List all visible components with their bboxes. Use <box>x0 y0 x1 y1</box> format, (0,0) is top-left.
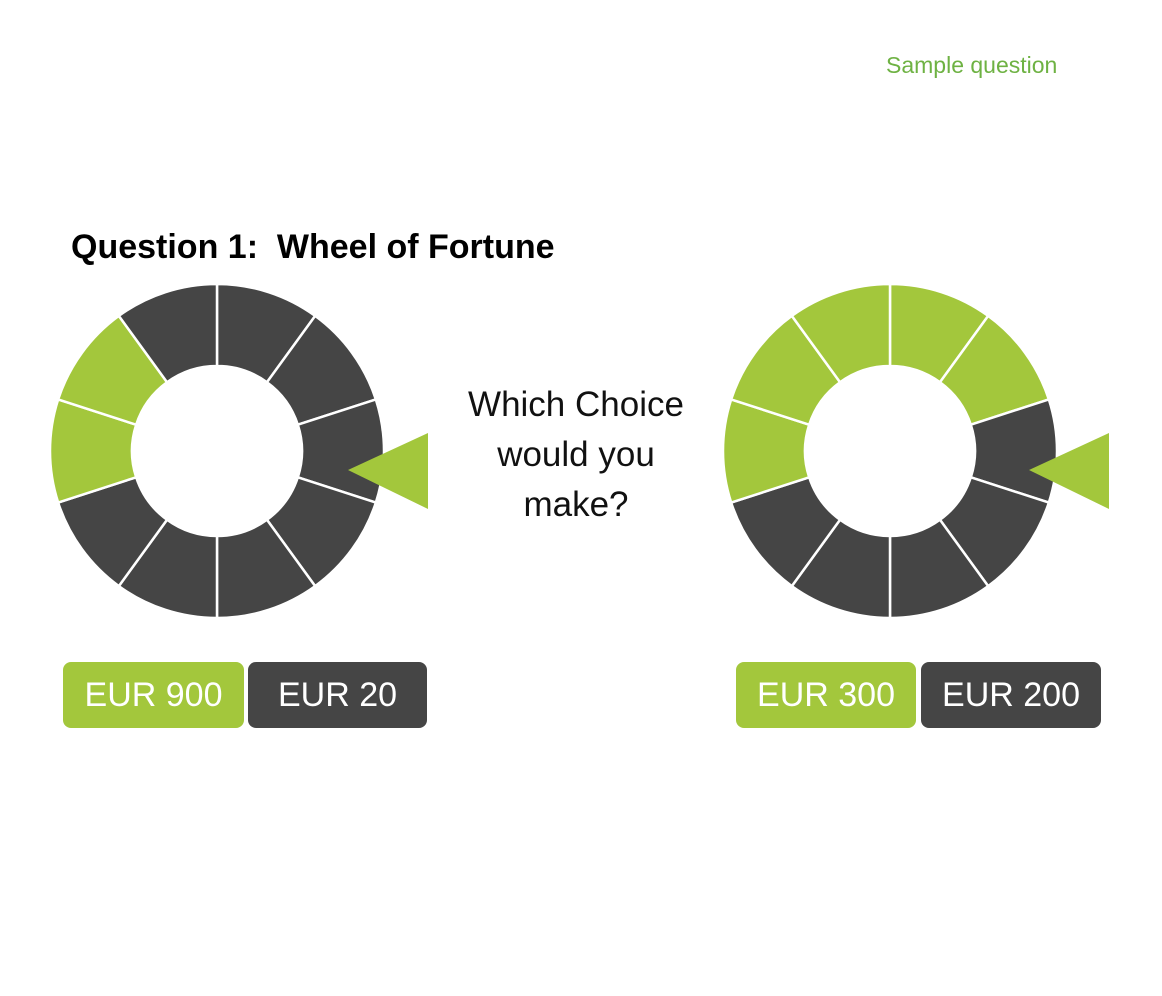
sample-question-label: Sample question <box>886 52 1058 78</box>
choice-prompt: Which Choice would you make? <box>446 380 706 530</box>
wheel-left[interactable] <box>49 283 385 619</box>
prize-left-win-button[interactable]: EUR 900 <box>63 662 244 728</box>
pointer-left-icon <box>348 433 428 509</box>
wheel-right[interactable] <box>722 283 1058 619</box>
pointer-right-icon <box>1029 433 1109 509</box>
prize-right-lose-button[interactable]: EUR 200 <box>921 662 1101 728</box>
prize-right-win-button[interactable]: EUR 300 <box>736 662 916 728</box>
prize-left-lose-button[interactable]: EUR 20 <box>248 662 427 728</box>
prompt-line-2: would you <box>497 435 655 474</box>
prompt-line-1: Which Choice <box>468 385 684 424</box>
question-title: Question 1: Wheel of Fortune <box>71 228 555 266</box>
prompt-line-3: make? <box>523 485 629 524</box>
